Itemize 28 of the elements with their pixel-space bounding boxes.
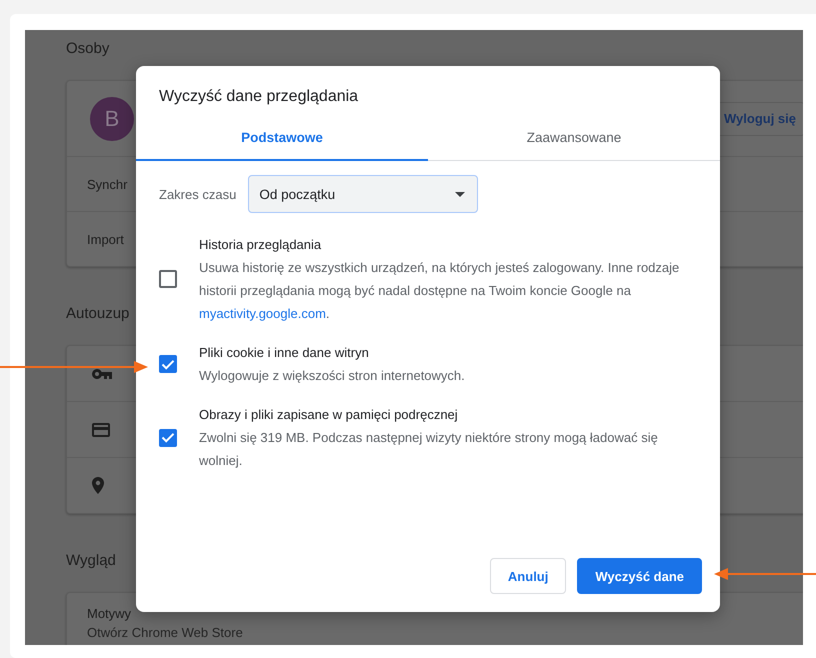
credit-card-icon	[92, 422, 110, 436]
checkbox[interactable]	[159, 355, 177, 373]
avatar: B	[90, 96, 134, 140]
activity-link[interactable]: myactivity.google.com	[199, 306, 326, 321]
tab[interactable]: Podstawowe	[136, 116, 428, 161]
option-title: Pliki cookie i inne dane witryn	[199, 344, 370, 362]
location-pin-icon	[92, 477, 104, 494]
section-title: Osoby	[66, 40, 110, 59]
time-range-dropdown[interactable]: Od początku	[248, 175, 478, 213]
option-title: Historia przeglądania	[199, 236, 322, 254]
settings-row-subtitle: Otwórz Chrome Web Store	[87, 625, 243, 640]
dropdown-caret-icon	[455, 192, 466, 196]
section-title: Autouzup	[66, 305, 130, 324]
dialog-title: Wyczyść dane przeglądania	[158, 87, 360, 107]
option-description: Zwolni się 319 MB. Podczas następnej wizyty niektóre strony mogą ładować się wolniej.	[199, 429, 659, 470]
option-title: Obrazy i pliki zapisane w pamięci podręcznej	[199, 406, 459, 424]
cancel-button[interactable]: Anuluj	[490, 558, 566, 594]
checkbox[interactable]	[159, 270, 177, 288]
section-title: Wygląd	[66, 552, 116, 571]
settings-row-label: Motywy	[87, 606, 132, 621]
settings-row-label: Synchr	[87, 176, 128, 192]
time-range-label: Zakres czasu	[159, 186, 236, 202]
option-description: Usuwa historię ze wszystkich urządzeń, na których jesteś zalogowany. Inne rodzaje historii przeglądania mogą być nadal dostępne na Twoim koncie Google na myactivity.google.com.	[199, 259, 680, 323]
key-icon	[92, 368, 112, 378]
option-description: Wylogowuje z większości stron internetowych.	[199, 367, 466, 385]
clear-data-button[interactable]: Wyczyść dane	[577, 558, 702, 594]
checkbox[interactable]	[159, 428, 177, 446]
settings-row-label: Import	[87, 232, 124, 246]
